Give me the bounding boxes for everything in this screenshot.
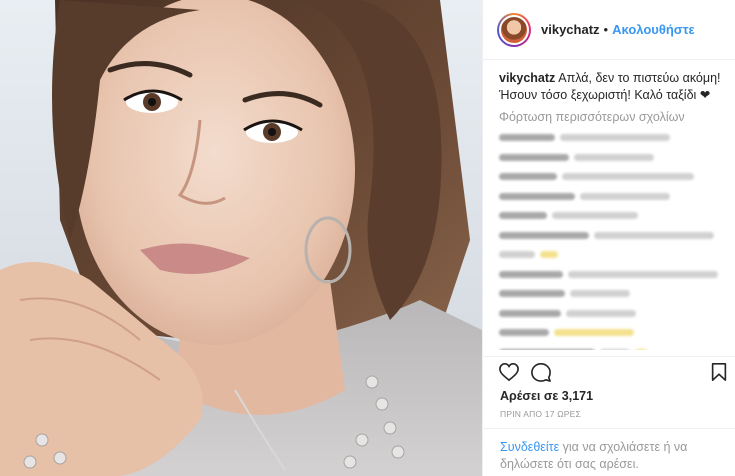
caption-username[interactable]: vikychatz [499, 71, 555, 85]
likes-count[interactable]: Αρέσει σε 3,171 [500, 389, 593, 403]
comment-row [499, 245, 719, 265]
comment-row [499, 265, 719, 285]
login-link[interactable]: Συνδεθείτε [500, 440, 559, 454]
comment-row [499, 304, 719, 324]
comment-row [499, 187, 719, 207]
portrait-image [0, 0, 482, 476]
comments-list [483, 126, 735, 350]
heart-icon[interactable] [498, 362, 520, 387]
load-more-comments-link[interactable]: Φόρτωση περισσότερων σχολίων [483, 104, 735, 126]
bookmark-icon[interactable] [710, 362, 728, 387]
comment-row [499, 284, 719, 304]
comment-row [499, 167, 719, 187]
comment-row [499, 128, 719, 148]
comment-row [499, 343, 719, 350]
post-side-panel: vikychatz • Ακολουθήστε vikychatz Απλά, δ… [482, 0, 735, 476]
post-timestamp: ΠΡΙΝ ΑΠΟ 17 ΩΡΕΣ [500, 409, 581, 419]
comment-icon[interactable] [530, 362, 552, 387]
post-actions [482, 356, 735, 386]
comment-row [499, 226, 719, 246]
post-caption: vikychatz Απλά, δεν το πιστεύω ακόμη! Ήσο… [483, 60, 735, 104]
follow-button[interactable]: Ακολουθήστε [612, 22, 695, 37]
avatar-image [499, 14, 529, 45]
post-photo[interactable] [0, 0, 482, 476]
separator-dot: • [603, 22, 609, 37]
login-prompt: Συνδεθείτε για να σχολιάσετε ή να δηλώσε… [482, 428, 735, 476]
username-link[interactable]: vikychatz [541, 22, 600, 37]
post-header: vikychatz • Ακολουθήστε [483, 0, 735, 60]
comment-row [499, 206, 719, 226]
comment-row [499, 148, 719, 168]
avatar[interactable] [497, 12, 531, 47]
comment-row [499, 323, 719, 343]
